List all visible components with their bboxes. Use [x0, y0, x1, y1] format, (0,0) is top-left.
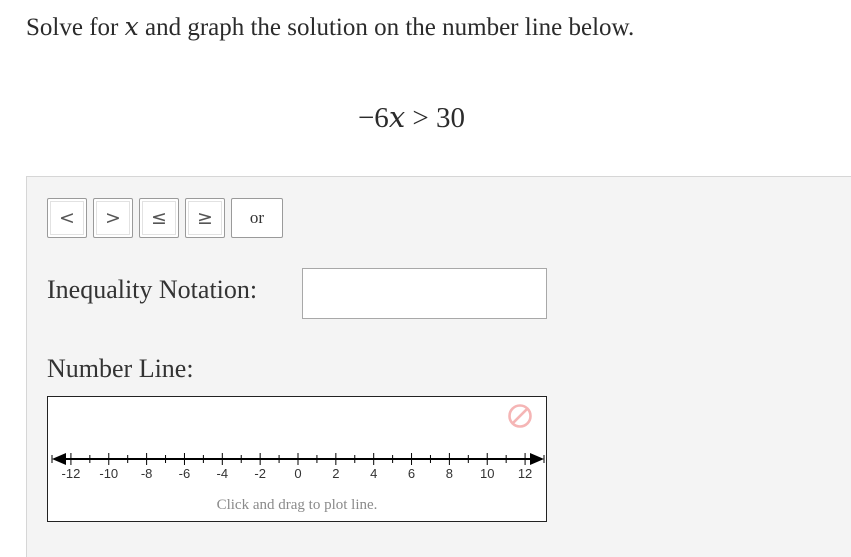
- tick-label: -8: [141, 466, 153, 481]
- tick-label: -12: [62, 466, 81, 481]
- greater-than-label: >: [96, 201, 130, 235]
- tick-label: -6: [179, 466, 191, 481]
- equation-coefficient: −6: [357, 102, 389, 134]
- equation: −6x > 30: [0, 100, 823, 135]
- prompt-variable: x: [124, 12, 139, 41]
- greater-than-button[interactable]: >: [93, 198, 133, 238]
- or-button[interactable]: or: [231, 198, 283, 238]
- symbol-button-row: < > ≤ ≥ or: [47, 198, 283, 238]
- tick-label: 8: [446, 466, 453, 481]
- tick-label: 0: [294, 466, 301, 481]
- answer-panel: < > ≤ ≥ or Inequality Notation: Number L…: [26, 176, 851, 557]
- tick-label: -2: [254, 466, 266, 481]
- prompt-text-after: and graph the solution on the number lin…: [138, 14, 635, 41]
- less-equal-label: ≤: [142, 201, 176, 235]
- tick-label: 4: [370, 466, 377, 481]
- equation-variable: x: [388, 100, 406, 134]
- less-equal-button[interactable]: ≤: [139, 198, 179, 238]
- tick-label: -10: [99, 466, 118, 481]
- tick-label: -4: [217, 466, 229, 481]
- greater-equal-label: ≥: [188, 201, 222, 235]
- tick-label: 6: [408, 466, 415, 481]
- less-than-button[interactable]: <: [47, 198, 87, 238]
- tick-label: 10: [480, 466, 494, 481]
- right-arrow-icon: [530, 453, 544, 465]
- question-prompt: Solve for x and graph the solution on th…: [26, 12, 634, 42]
- equation-operator: >: [405, 102, 437, 134]
- inequality-input[interactable]: [302, 268, 547, 319]
- tick-label: 2: [332, 466, 339, 481]
- left-arrow-icon: [52, 453, 66, 465]
- less-than-label: <: [50, 201, 84, 235]
- number-line[interactable]: -12 -10 -8 -6 -4 -2 0 2 4 6 8 10 12: [48, 397, 548, 497]
- equation-rhs: 30: [436, 102, 466, 134]
- or-label: or: [249, 208, 265, 227]
- tick-label: 12: [518, 466, 532, 481]
- number-line-label: Number Line:: [47, 354, 194, 383]
- greater-equal-button[interactable]: ≥: [185, 198, 225, 238]
- inequality-notation-label: Inequality Notation:: [47, 275, 258, 304]
- number-line-area[interactable]: -12 -10 -8 -6 -4 -2 0 2 4 6 8 10 12 Click and drag t…: [47, 396, 547, 522]
- number-line-hint: Click and drag to plot line.: [216, 497, 378, 513]
- prompt-text-before: Solve for: [26, 14, 125, 41]
